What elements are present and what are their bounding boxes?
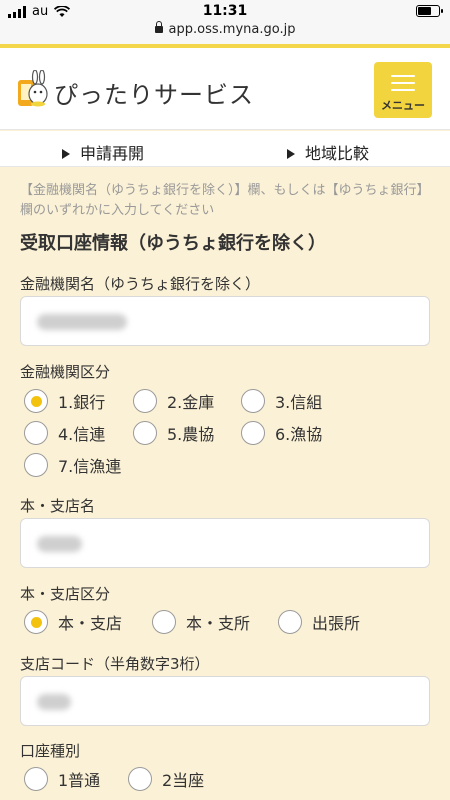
radio-label: 1普通 <box>58 771 101 790</box>
bank-name-label: 金融機関名（ゆうちょ銀行を除く） <box>20 275 261 293</box>
sub-navigation: 申請再開 地域比較 <box>0 131 450 167</box>
url-text: app.oss.myna.go.jp <box>168 22 296 37</box>
radio-label: 2.金庫 <box>167 393 215 412</box>
radio-circle <box>241 421 265 445</box>
branch-name-label: 本・支店名 <box>20 497 96 515</box>
site-header: ぴったりサービス メニュー <box>0 48 450 130</box>
radio-circle <box>133 421 157 445</box>
resume-application-link[interactable]: 申請再開 <box>62 140 144 164</box>
hamburger-icon-line <box>391 89 415 91</box>
bank-type-label: 金融機関区分 <box>20 363 111 381</box>
site-title[interactable]: ぴったりサービス <box>54 75 254 110</box>
radio-circle <box>24 453 48 477</box>
radio-circle <box>152 610 176 634</box>
region-compare-label: 地域比較 <box>305 144 370 163</box>
triangle-right-icon <box>62 148 70 159</box>
clock: 11:31 <box>202 3 248 19</box>
radio-label: 6.漁協 <box>275 425 323 444</box>
menu-button[interactable]: メニュー <box>374 62 432 118</box>
branch-name-input[interactable] <box>20 518 430 568</box>
branch-code-label: 支店コード（半角数字3桁） <box>20 655 210 673</box>
input-instruction-note: 【金融機関名（ゆうちょ銀行を除く）】欄、もしくは【ゆうちょ銀行】欄のいずれかに入… <box>20 183 430 218</box>
radio-account-type-1[interactable]: 1普通 <box>24 767 100 791</box>
rabbit-logo-icon <box>18 70 48 107</box>
radio-label: 本・支所 <box>186 614 251 633</box>
lock-icon <box>154 21 163 33</box>
radio-bank-type-2[interactable]: 2.金庫 <box>133 389 214 413</box>
section-title: 受取口座情報（ゆうちょ銀行を除く） <box>20 233 326 254</box>
radio-bank-type-7[interactable]: 7.信漁連 <box>24 453 121 477</box>
radio-circle <box>278 610 302 634</box>
radio-circle <box>24 421 48 445</box>
menu-label: メニュー <box>381 99 425 112</box>
hamburger-icon <box>391 75 415 77</box>
radio-bank-type-1[interactable]: 1.銀行 <box>24 389 105 413</box>
redacted-value <box>37 536 82 552</box>
radio-label: 4.信連 <box>58 425 106 444</box>
radio-bank-type-4[interactable]: 4.信連 <box>24 421 105 445</box>
branch-code-input[interactable] <box>20 676 430 726</box>
radio-label: 3.信組 <box>275 393 323 412</box>
radio-label: 7.信漁連 <box>58 457 122 476</box>
radio-circle <box>133 389 157 413</box>
radio-branch-type-2[interactable]: 本・支所 <box>152 610 250 634</box>
radio-label: 本・支店 <box>58 614 123 633</box>
radio-bank-type-6[interactable]: 6.漁協 <box>241 421 322 445</box>
hamburger-icon-line <box>391 82 415 84</box>
radio-circle <box>24 767 48 791</box>
radio-circle <box>128 767 152 791</box>
redacted-value <box>37 314 127 330</box>
radio-branch-type-3[interactable]: 出張所 <box>278 610 360 634</box>
radio-bank-type-5[interactable]: 5.農協 <box>133 421 214 445</box>
branch-type-label: 本・支店区分 <box>20 585 111 603</box>
radio-circle <box>24 610 48 634</box>
resume-application-label: 申請再開 <box>80 144 145 163</box>
radio-label: 2当座 <box>162 771 205 790</box>
radio-account-type-2[interactable]: 2当座 <box>128 767 204 791</box>
triangle-right-icon <box>287 148 295 159</box>
radio-circle <box>24 389 48 413</box>
bank-name-input[interactable] <box>20 296 430 346</box>
address-bar[interactable]: app.oss.myna.go.jp <box>0 21 450 44</box>
battery-icon <box>416 5 443 17</box>
region-compare-link[interactable]: 地域比較 <box>287 140 369 164</box>
radio-label: 5.農協 <box>167 425 215 444</box>
radio-label: 出張所 <box>312 614 361 633</box>
radio-label: 1.銀行 <box>58 393 106 412</box>
status-bar: au 11:31 <box>0 0 450 22</box>
radio-circle <box>241 389 265 413</box>
account-type-label: 口座種別 <box>20 742 81 760</box>
radio-bank-type-3[interactable]: 3.信組 <box>241 389 322 413</box>
radio-branch-type-1[interactable]: 本・支店 <box>24 610 122 634</box>
redacted-value <box>37 694 71 710</box>
